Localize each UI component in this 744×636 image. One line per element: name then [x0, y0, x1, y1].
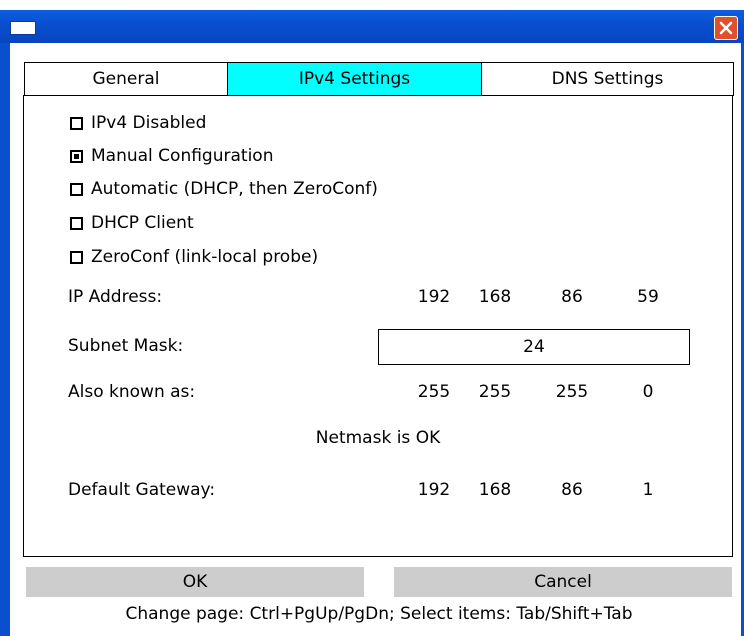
mask-octet-3: 255	[555, 382, 589, 402]
option-dhcp-client[interactable]: DHCP Client	[70, 211, 194, 235]
option-label: ZeroConf (link-local probe)	[91, 247, 319, 267]
tab-ipv4-settings[interactable]: IPv4 Settings	[227, 62, 482, 96]
option-manual-configuration[interactable]: Manual Configuration	[70, 144, 273, 168]
ip-address-label: IP Address:	[68, 287, 163, 307]
tab-dns-settings[interactable]: DNS Settings	[481, 62, 734, 96]
cancel-button[interactable]: Cancel	[394, 567, 732, 597]
also-known-as-label: Also known as:	[68, 382, 196, 402]
ok-button[interactable]: OK	[26, 567, 364, 597]
subnet-mask-label: Subnet Mask:	[68, 336, 184, 356]
window-frame-left	[0, 43, 10, 636]
gateway-octet-1[interactable]: 192	[404, 480, 464, 500]
close-icon	[719, 21, 733, 35]
tab-general[interactable]: General	[24, 62, 228, 96]
ip-octet-2[interactable]: 168	[465, 287, 525, 307]
netmask-status: Netmask is OK	[315, 428, 441, 448]
ip-octet-3[interactable]: 86	[542, 287, 602, 307]
mask-octet-1: 255	[417, 382, 451, 402]
ip-octet-4[interactable]: 59	[618, 287, 678, 307]
option-label: IPv4 Disabled	[91, 113, 207, 133]
title-bar[interactable]	[0, 10, 744, 43]
keyboard-hint: Change page: Ctrl+PgUp/PgDn; Select item…	[125, 604, 633, 624]
default-gateway-label: Default Gateway:	[68, 480, 216, 500]
option-label: Manual Configuration	[91, 146, 274, 166]
checkbox-checked[interactable]	[70, 149, 83, 163]
ip-octet-1[interactable]: 192	[404, 287, 464, 307]
option-automatic[interactable]: Automatic (DHCP, then ZeroConf)	[70, 177, 378, 201]
checkbox[interactable]	[70, 182, 83, 196]
option-zeroconf[interactable]: ZeroConf (link-local probe)	[70, 245, 318, 269]
top-strip	[0, 0, 744, 10]
gateway-octet-4[interactable]: 1	[618, 480, 678, 500]
mask-octet-2: 255	[478, 382, 512, 402]
option-ipv4-disabled[interactable]: IPv4 Disabled	[70, 111, 206, 135]
gateway-octet-3[interactable]: 86	[542, 480, 602, 500]
option-label: DHCP Client	[91, 213, 194, 233]
option-label: Automatic (DHCP, then ZeroConf)	[91, 179, 378, 199]
window-menu-icon[interactable]	[10, 21, 36, 35]
checkbox[interactable]	[70, 250, 83, 264]
close-button[interactable]	[714, 16, 738, 40]
checkbox[interactable]	[70, 216, 83, 230]
gateway-octet-2[interactable]: 168	[465, 480, 525, 500]
checkbox[interactable]	[70, 116, 83, 130]
subnet-mask-field[interactable]: 24	[378, 329, 690, 365]
mask-octet-4: 0	[642, 382, 654, 402]
